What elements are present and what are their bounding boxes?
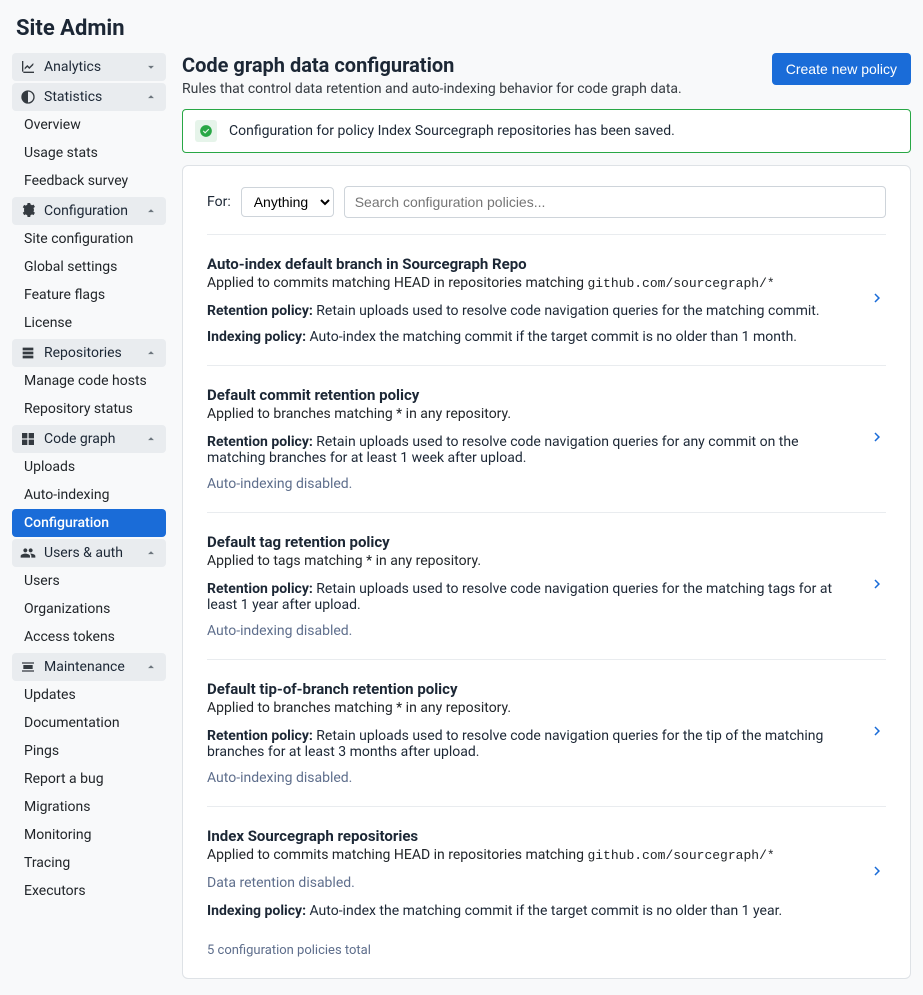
policy-indexing: Indexing policy: Auto-index the matching…: [207, 903, 852, 919]
policy-applied: Applied to commits matching HEAD in repo…: [207, 847, 852, 863]
section-icon: [20, 345, 36, 361]
sidebar-item[interactable]: Feature flags: [12, 281, 166, 309]
sidebar-item[interactable]: Updates: [12, 681, 166, 709]
chevron-icon: [144, 660, 158, 674]
filter-select[interactable]: Anything: [241, 187, 334, 217]
chevron-icon: [144, 346, 158, 360]
sidebar-item[interactable]: Executors: [12, 877, 166, 905]
policies-card: For: Anything Auto-index default branch …: [182, 165, 911, 979]
policy-row[interactable]: Default commit retention policy Applied t…: [207, 365, 886, 512]
policy-disabled: Auto-indexing disabled.: [207, 770, 852, 786]
section-label: Repositories: [44, 345, 122, 361]
page-title: Site Admin: [12, 16, 911, 41]
section-icon: [20, 431, 36, 447]
chevron-right-icon: [868, 722, 886, 744]
sidebar-item[interactable]: License: [12, 309, 166, 337]
policy-title: Index Sourcegraph repositories: [207, 827, 852, 845]
policy-row[interactable]: Auto-index default branch in Sourcegraph…: [207, 234, 886, 365]
section-label: Maintenance: [44, 659, 125, 675]
sidebar-item[interactable]: Documentation: [12, 709, 166, 737]
sidebar-item[interactable]: Report a bug: [12, 765, 166, 793]
sidebar-section-header[interactable]: Analytics: [12, 53, 166, 81]
success-alert: Configuration for policy Index Sourcegra…: [182, 109, 911, 153]
section-icon: [20, 545, 36, 561]
section-label: Configuration: [44, 203, 128, 219]
section-label: Analytics: [44, 59, 101, 75]
policy-title: Auto-index default branch in Sourcegraph…: [207, 255, 852, 273]
create-policy-button[interactable]: Create new policy: [772, 53, 911, 85]
policy-title: Default commit retention policy: [207, 386, 852, 404]
chevron-icon: [144, 60, 158, 74]
policies-total: 5 configuration policies total: [207, 939, 886, 958]
policy-applied: Applied to branches matching * in any re…: [207, 406, 852, 422]
section-label: Users & auth: [44, 545, 123, 561]
policy-disabled: Data retention disabled.: [207, 875, 852, 891]
main-content: Code graph data configuration Rules that…: [182, 53, 911, 979]
policy-title: Default tag retention policy: [207, 533, 852, 551]
sidebar-item[interactable]: Site configuration: [12, 225, 166, 253]
sidebar-item[interactable]: Migrations: [12, 793, 166, 821]
chevron-right-icon: [868, 862, 886, 884]
section-icon: [20, 659, 36, 675]
sidebar-item[interactable]: Configuration: [12, 509, 166, 537]
chevron-icon: [144, 90, 158, 104]
sidebar-item[interactable]: Monitoring: [12, 821, 166, 849]
policy-row[interactable]: Default tag retention policy Applied to t…: [207, 512, 886, 659]
sidebar-item[interactable]: Usage stats: [12, 139, 166, 167]
sidebar-item[interactable]: Repository status: [12, 395, 166, 423]
sidebar-section-header[interactable]: Code graph: [12, 425, 166, 453]
sidebar-section-header[interactable]: Maintenance: [12, 653, 166, 681]
policy-applied: Applied to tags matching * in any reposi…: [207, 553, 852, 569]
sidebar-item[interactable]: Overview: [12, 111, 166, 139]
search-input[interactable]: [344, 186, 886, 218]
sidebar-item[interactable]: Auto-indexing: [12, 481, 166, 509]
sidebar-item[interactable]: Tracing: [12, 849, 166, 877]
sidebar-section-header[interactable]: Configuration: [12, 197, 166, 225]
policy-applied: Applied to commits matching HEAD in repo…: [207, 275, 852, 291]
policy-row[interactable]: Index Sourcegraph repositories Applied to…: [207, 806, 886, 939]
chevron-icon: [144, 546, 158, 560]
sidebar: AnalyticsStatisticsOverviewUsage statsFe…: [12, 53, 166, 979]
sidebar-item[interactable]: Organizations: [12, 595, 166, 623]
chevron-icon: [144, 204, 158, 218]
section-label: Statistics: [44, 89, 102, 105]
sidebar-item[interactable]: Manage code hosts: [12, 367, 166, 395]
chevron-right-icon: [868, 428, 886, 450]
filter-label: For:: [207, 194, 231, 210]
policy-title: Default tip-of-branch retention policy: [207, 680, 852, 698]
section-icon: [20, 59, 36, 75]
section-icon: [20, 89, 36, 105]
sidebar-item[interactable]: Uploads: [12, 453, 166, 481]
main-subheading: Rules that control data retention and au…: [182, 81, 682, 97]
policy-retention: Retention policy: Retain uploads used to…: [207, 434, 852, 466]
sidebar-item[interactable]: Feedback survey: [12, 167, 166, 195]
sidebar-item[interactable]: Access tokens: [12, 623, 166, 651]
policy-retention: Retention policy: Retain uploads used to…: [207, 581, 852, 613]
chevron-icon: [144, 432, 158, 446]
alert-text: Configuration for policy Index Sourcegra…: [229, 123, 675, 139]
section-label: Code graph: [44, 431, 115, 447]
policy-retention: Retention policy: Retain uploads used to…: [207, 728, 852, 760]
sidebar-item[interactable]: Pings: [12, 737, 166, 765]
main-heading: Code graph data configuration: [182, 53, 682, 77]
sidebar-section-header[interactable]: Statistics: [12, 83, 166, 111]
sidebar-item[interactable]: Users: [12, 567, 166, 595]
sidebar-item[interactable]: Global settings: [12, 253, 166, 281]
policy-retention: Retention policy: Retain uploads used to…: [207, 303, 852, 319]
sidebar-section-header[interactable]: Users & auth: [12, 539, 166, 567]
policy-applied: Applied to branches matching * in any re…: [207, 700, 852, 716]
policy-disabled: Auto-indexing disabled.: [207, 623, 852, 639]
chevron-right-icon: [868, 575, 886, 597]
policy-disabled: Auto-indexing disabled.: [207, 476, 852, 492]
sidebar-section-header[interactable]: Repositories: [12, 339, 166, 367]
section-icon: [20, 203, 36, 219]
check-circle-icon: [195, 120, 217, 142]
chevron-right-icon: [868, 289, 886, 311]
policy-row[interactable]: Default tip-of-branch retention policy Ap…: [207, 659, 886, 806]
policy-indexing: Indexing policy: Auto-index the matching…: [207, 329, 852, 345]
